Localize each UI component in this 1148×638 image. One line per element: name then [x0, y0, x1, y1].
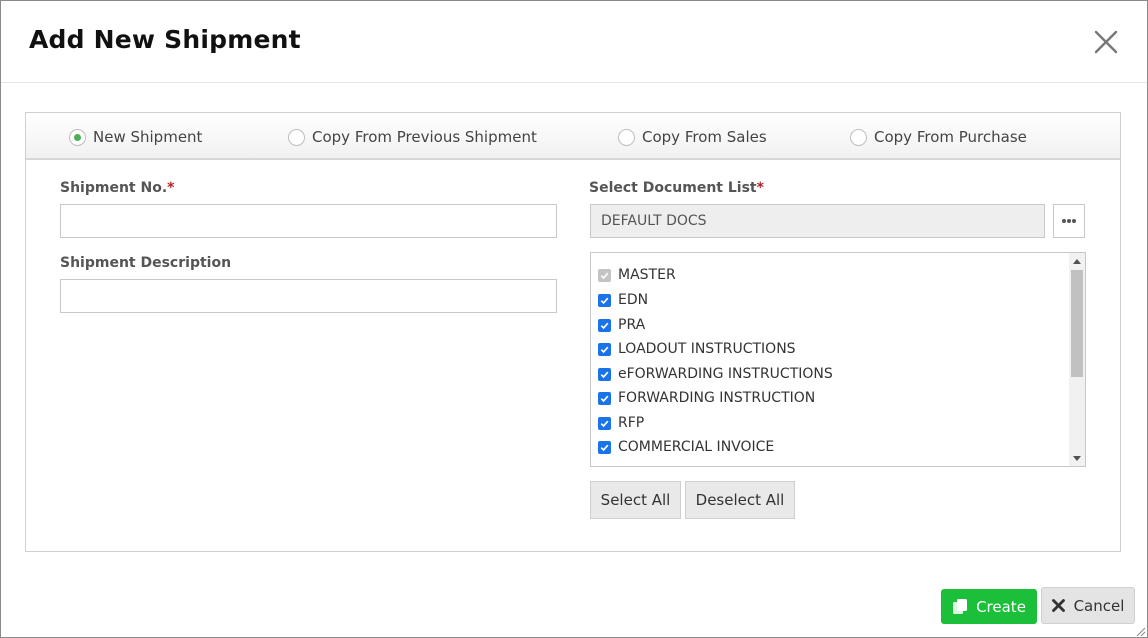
create-button[interactable]: Create — [941, 589, 1037, 624]
radio-circle — [69, 128, 86, 146]
deselect-all-button[interactable]: Deselect All — [685, 481, 795, 519]
doc-item-master[interactable]: MASTER — [598, 265, 676, 285]
doc-item-forwarding-instruction[interactable]: FORWARDING INSTRUCTION — [598, 388, 815, 408]
copy-icon — [952, 598, 968, 615]
radio-copy-from-purchase[interactable]: Copy From Purchase — [850, 126, 1027, 148]
required-mark: * — [167, 180, 175, 196]
close-icon — [1094, 30, 1118, 54]
shipment-form-panel: New Shipment Copy From Previous Shipment… — [25, 112, 1121, 552]
radio-circle — [618, 128, 635, 146]
doc-label: FORWARDING INSTRUCTION — [618, 390, 816, 406]
doc-label: EDN — [618, 292, 649, 308]
scroll-thumb[interactable] — [1071, 270, 1083, 377]
cancel-button[interactable]: Cancel — [1041, 587, 1135, 624]
required-mark: * — [756, 180, 764, 196]
doc-item-pra[interactable]: PRA — [598, 315, 645, 335]
scroll-down-button[interactable] — [1069, 450, 1085, 466]
checkbox — [598, 416, 611, 430]
document-list-field: DEFAULT DOCS — [590, 204, 1045, 238]
shipment-no-label: Shipment No.* — [60, 180, 174, 196]
shipment-description-input[interactable] — [60, 279, 557, 313]
document-list-label: Select Document List* — [589, 180, 764, 196]
document-checklist: MASTER EDN PRA LOADOUT INSTRUCTIONS eFOR… — [590, 252, 1086, 467]
dialog-header: Add New Shipment — [1, 1, 1147, 83]
ellipsis-icon — [1062, 219, 1076, 223]
cancel-label: Cancel — [1073, 596, 1125, 615]
radio-copy-from-previous-shipment[interactable]: Copy From Previous Shipment — [288, 126, 537, 148]
scroll-up-button[interactable] — [1069, 253, 1085, 269]
shipment-description-label: Shipment Description — [60, 255, 232, 271]
browse-document-list-button[interactable] — [1053, 204, 1085, 238]
radio-label: Copy From Purchase — [874, 128, 1027, 146]
shipment-no-label-text: Shipment No. — [60, 180, 168, 196]
doc-item-loadout-instructions[interactable]: LOADOUT INSTRUCTIONS — [598, 339, 796, 359]
radio-label: New Shipment — [93, 128, 203, 146]
doc-item-edn[interactable]: EDN — [598, 290, 648, 310]
times-icon — [1051, 599, 1065, 612]
doc-label: COMMERCIAL INVOICE — [618, 439, 775, 455]
radio-label: Copy From Previous Shipment — [312, 128, 537, 146]
doc-item-partial[interactable] — [598, 462, 618, 466]
radio-circle — [288, 128, 305, 146]
checkbox — [598, 342, 611, 356]
close-button[interactable] — [1091, 27, 1121, 57]
checkbox — [598, 293, 611, 307]
doc-item-rfp[interactable]: RFP — [598, 413, 644, 433]
resize-grip-icon[interactable] — [1134, 625, 1146, 637]
checkbox — [598, 318, 611, 332]
scroll-up-icon — [1073, 258, 1081, 264]
doc-label: RFP — [618, 415, 645, 431]
checklist-scrollbar[interactable] — [1069, 253, 1085, 466]
doc-label: LOADOUT INSTRUCTIONS — [618, 341, 796, 357]
document-list-label-text: Select Document List — [589, 180, 757, 196]
doc-label: eFORWARDING INSTRUCTIONS — [618, 366, 833, 382]
doc-item-eforwarding-instructions[interactable]: eFORWARDING INSTRUCTIONS — [598, 364, 833, 384]
radio-circle — [850, 128, 867, 146]
doc-item-commercial-invoice[interactable]: COMMERCIAL INVOICE — [598, 437, 774, 457]
radio-label: Copy From Sales — [642, 128, 767, 146]
checkbox — [598, 465, 611, 466]
checkbox — [598, 268, 611, 282]
shipment-source-radio-group: New Shipment Copy From Previous Shipment… — [26, 113, 1120, 160]
scroll-down-icon — [1073, 455, 1081, 461]
checkbox — [598, 391, 611, 405]
dialog-title: Add New Shipment — [29, 25, 301, 54]
doc-label: MASTER — [618, 267, 676, 283]
select-all-button[interactable]: Select All — [590, 481, 681, 519]
create-label: Create — [976, 597, 1026, 616]
doc-label: PRA — [618, 317, 646, 333]
checkbox — [598, 367, 611, 381]
add-shipment-dialog: Add New Shipment New Shipment Copy From … — [0, 0, 1148, 638]
radio-new-shipment[interactable]: New Shipment — [69, 126, 202, 148]
checkbox — [598, 440, 611, 454]
shipment-no-input[interactable] — [60, 204, 557, 238]
radio-copy-from-sales[interactable]: Copy From Sales — [618, 126, 767, 148]
